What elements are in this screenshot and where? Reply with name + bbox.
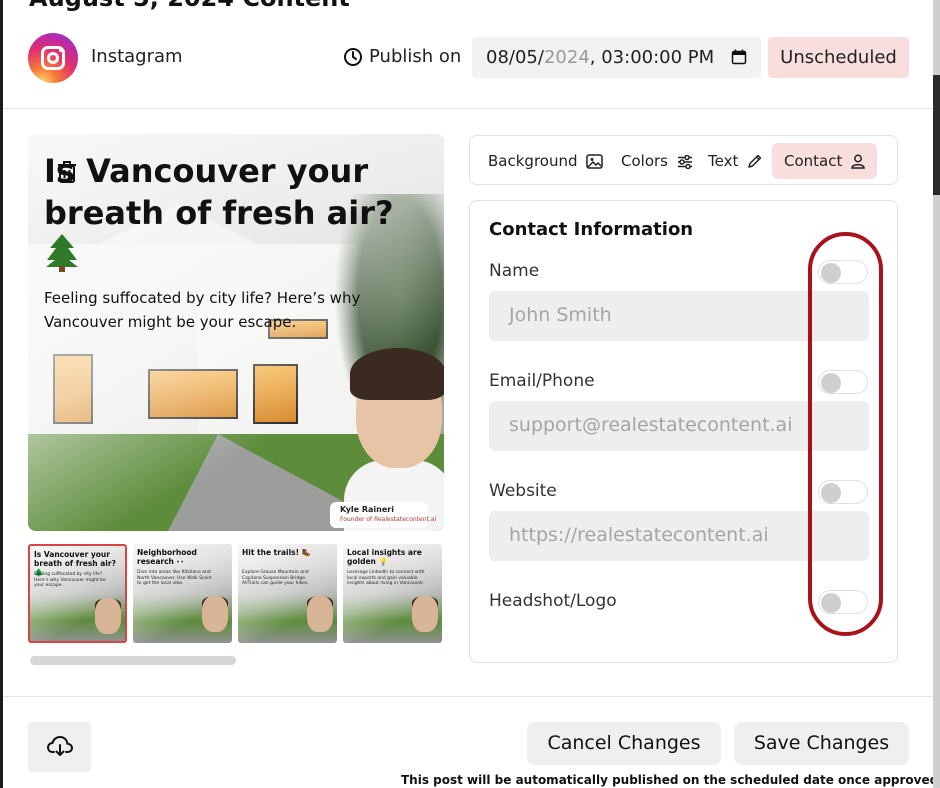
tab-label: Contact: [784, 152, 843, 170]
preview-title: Is Vancouver your breath of fresh air?: [44, 152, 394, 232]
thumbnail-scrollbar[interactable]: [30, 656, 236, 665]
agent-role: Founder of Realestatecontent.ai: [340, 516, 437, 523]
content-modal: August 5, 2024 Content Instagram Publish…: [3, 0, 933, 788]
tab-background[interactable]: Background: [488, 143, 604, 179]
header-divider: [3, 108, 933, 109]
website-toggle[interactable]: [818, 480, 868, 504]
thumbnail-title: Neighborhood research 👀: [137, 548, 197, 566]
name-label: Name: [489, 261, 540, 281]
preview-subtitle: Feeling suffocated by city life? Here’s …: [44, 289, 361, 331]
slide-thumbnail[interactable]: Is Vancouver your breath of fresh air? 🌲…: [28, 544, 127, 643]
tab-label: Background: [488, 152, 578, 170]
post-preview: Is Vancouver your breath of fresh air? F…: [28, 134, 444, 531]
publish-datetime-input[interactable]: 08/05/2024, 03:00:00 PM: [472, 37, 761, 78]
date-month: 08: [486, 47, 509, 68]
thumbnail-title: Local insights are golden 💡: [347, 548, 422, 566]
tab-text[interactable]: Text: [708, 143, 762, 179]
save-button[interactable]: Save Changes: [734, 722, 909, 765]
thumbnail-title: Hit the trails! 🥾: [242, 548, 311, 557]
email-phone-label: Email/Phone: [489, 371, 595, 391]
tab-contact[interactable]: Contact: [772, 143, 878, 179]
contact-panel: Contact Information Name John Smith Emai…: [469, 200, 898, 663]
user-icon: [851, 154, 865, 169]
tab-colors[interactable]: Colors: [621, 143, 693, 179]
publish-label: Publish on: [369, 46, 462, 67]
clock-icon: [344, 48, 362, 66]
platform-name: Instagram: [91, 46, 183, 67]
status-badge[interactable]: Unscheduled: [768, 37, 909, 78]
evergreen-tree-icon: [46, 234, 78, 272]
email-phone-field[interactable]: support@realestatecontent.ai: [489, 401, 869, 451]
thumbnail-text: Explore Grouse Mountain and Capilano Sus…: [242, 570, 309, 586]
name-field[interactable]: John Smith: [489, 291, 869, 341]
pencil-icon: [748, 154, 762, 168]
thumbnail-text: Feeling suffocated by city life? Here’s …: [34, 572, 106, 588]
date-time: 03:00:00 PM: [601, 47, 715, 68]
tab-label: Colors: [621, 152, 668, 170]
panel-title: Contact Information: [489, 219, 694, 240]
headshot-logo-toggle[interactable]: [818, 590, 868, 614]
email-phone-toggle[interactable]: [818, 370, 868, 394]
website-label: Website: [489, 481, 557, 501]
slide-thumbnail[interactable]: Neighborhood research 👀 Dive into areas …: [133, 544, 232, 643]
background-page-edge: [933, 0, 940, 788]
modal-title: August 5, 2024 Content: [29, 0, 350, 12]
headshot-logo-label: Headshot/Logo: [489, 591, 617, 611]
cloud-download-icon: [47, 735, 73, 756]
slide-thumbnail[interactable]: Hit the trails! 🥾 Explore Grouse Mountai…: [238, 544, 337, 643]
footer-divider: [3, 696, 933, 697]
calendar-icon[interactable]: [731, 49, 747, 65]
sliders-icon: [677, 154, 692, 170]
website-field[interactable]: https://realestatecontent.ai: [489, 511, 869, 561]
date-year: 2024: [543, 47, 590, 68]
instagram-icon: [28, 33, 78, 83]
agent-name: Kyle Raineri: [340, 505, 394, 514]
download-button[interactable]: [28, 722, 91, 772]
tab-label: Text: [708, 152, 739, 170]
thumbnail-text: Dive into areas like Kitsilano and North…: [137, 570, 212, 586]
name-card: Kyle Raineri Founder of Realestateconten…: [330, 502, 436, 528]
trash-icon[interactable]: [58, 161, 76, 183]
image-icon: [586, 154, 604, 169]
name-toggle[interactable]: [818, 260, 868, 284]
editor-tabs: Background Colors Text Contact: [469, 135, 898, 185]
publish-note: This post will be automatically publishe…: [401, 773, 933, 787]
slide-thumbnail[interactable]: Local insights are golden 💡 Leverage Lin…: [343, 544, 442, 643]
cancel-button[interactable]: Cancel Changes: [527, 722, 721, 765]
thumbnail-text: Leverage LinkedIn to connect with local …: [347, 570, 425, 586]
date-day: 05: [514, 47, 538, 68]
